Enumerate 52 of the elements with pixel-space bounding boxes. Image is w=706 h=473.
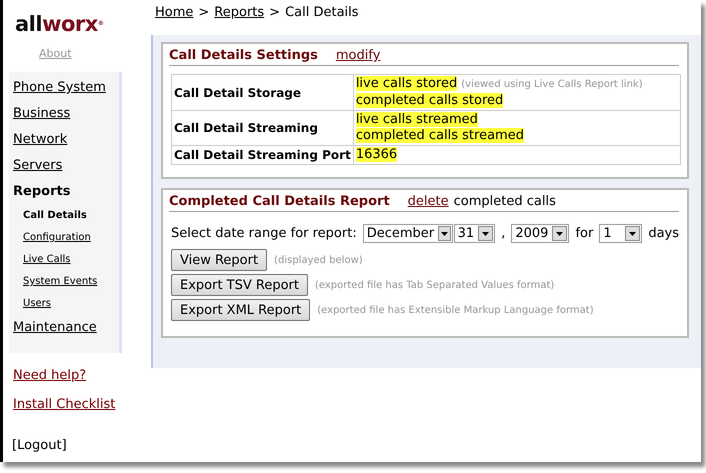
breadcrumb-separator: >: [269, 5, 280, 22]
nav-item[interactable]: Network: [13, 127, 68, 153]
setting-value: completed calls stored: [356, 93, 504, 108]
help-link[interactable]: Need help?: [13, 368, 86, 383]
breadcrumb-link[interactable]: Home: [155, 5, 194, 29]
breadcrumb-link[interactable]: Reports: [214, 5, 264, 29]
sub-nav-item[interactable]: Live Calls: [23, 249, 70, 271]
setting-value: completed calls streamed: [356, 128, 524, 143]
date-label: Select date range for report:: [171, 226, 357, 241]
delete-link[interactable]: delete: [408, 194, 449, 209]
button-note: (displayed below): [274, 254, 363, 266]
nav-item[interactable]: Business: [13, 101, 70, 127]
logout-link[interactable]: [Logout]: [12, 438, 67, 453]
setting-value: 16366: [356, 147, 398, 162]
date-label: ,: [501, 226, 506, 241]
nav-item[interactable]: Servers: [13, 153, 62, 179]
date-label: days: [648, 226, 679, 241]
caret-icon: [629, 232, 636, 236]
button-note: (exported file has Tab Separated Values format): [315, 280, 554, 290]
report-button[interactable]: View Report: [171, 249, 268, 271]
sub-nav-item[interactable]: Configuration: [23, 227, 91, 249]
header-text: completed calls: [454, 194, 556, 209]
dropdown[interactable]: 1: [599, 224, 642, 243]
nav-item[interactable]: Maintenance: [13, 315, 97, 341]
caret-icon: [556, 232, 564, 236]
setting-label: Call Detail Storage: [172, 74, 354, 110]
sub-nav-item[interactable]: Call Details: [23, 205, 87, 227]
button-note: (exported file has Extensible Markup Language format): [317, 304, 594, 316]
breadcrumb-separator: >: [198, 5, 210, 22]
report-button[interactable]: Export XML Report: [171, 299, 310, 321]
breadcrumb-current: Call Details: [285, 5, 359, 22]
panel-title: Completed Call Details Report: [169, 194, 390, 209]
nav-item[interactable]: Phone System: [13, 75, 106, 101]
nav-item[interactable]: Reports: [13, 179, 70, 205]
value-note: (viewed using Live Calls Report link): [461, 79, 643, 90]
caret-icon: [482, 232, 490, 236]
setting-label: Call Detail Streaming: [172, 110, 354, 146]
dropdown[interactable]: 31: [454, 224, 496, 243]
logo: allworx$^{®}$: [15, 12, 104, 36]
setting-label: Call Detail Streaming Port: [172, 146, 354, 164]
report-button[interactable]: Export TSV Report: [171, 274, 308, 296]
dropdown[interactable]: 2009: [511, 224, 570, 243]
dropdown[interactable]: December: [362, 224, 453, 243]
setting-value: live calls stored: [356, 76, 458, 91]
help-link[interactable]: Install Checklist: [13, 397, 116, 412]
caret-icon: [440, 232, 448, 236]
panel-title: Call Details Settings: [169, 48, 318, 63]
date-label: for: [575, 226, 594, 241]
sub-nav-item[interactable]: System Events: [23, 271, 98, 293]
modify-link[interactable]: modify: [336, 48, 380, 63]
setting-value: live calls streamed: [356, 112, 478, 127]
sub-nav-item[interactable]: Users: [23, 293, 52, 315]
